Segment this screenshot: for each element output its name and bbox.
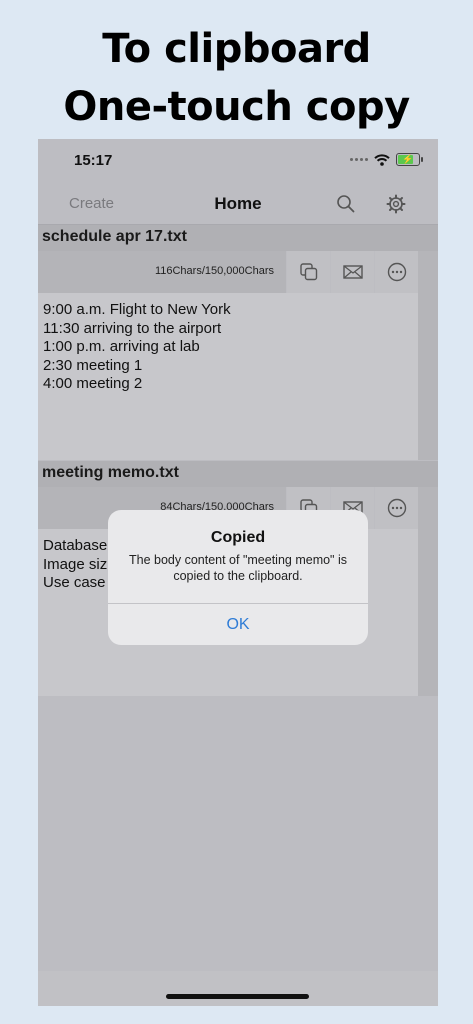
bottom-area bbox=[38, 971, 438, 1006]
navigation-bar: Create Home bbox=[38, 183, 438, 225]
status-time: 15:17 bbox=[74, 152, 113, 169]
promo-headline-line2: One-touch copy bbox=[63, 84, 410, 130]
note-line: 9:00 a.m. Flight to New York bbox=[43, 301, 231, 318]
gear-icon[interactable] bbox=[385, 193, 407, 215]
phone-screen: 15:17 ⚡ Create Home schedule apr 17.txt … bbox=[38, 139, 438, 1006]
alert-message: The body content of "meeting memo" is co… bbox=[128, 553, 347, 583]
status-icons: ⚡ bbox=[350, 153, 423, 166]
wifi-icon bbox=[374, 153, 390, 166]
note-line: 4:00 meeting 2 bbox=[43, 375, 143, 392]
search-icon[interactable] bbox=[335, 193, 357, 215]
copy-button[interactable] bbox=[287, 251, 330, 293]
char-count: 116Chars/150,000Chars bbox=[38, 251, 286, 293]
mail-button[interactable] bbox=[331, 251, 374, 293]
create-button[interactable]: Create bbox=[69, 195, 114, 212]
note-line: 1:00 p.m. arriving at lab bbox=[43, 338, 200, 355]
copy-icon bbox=[299, 263, 317, 281]
signal-dots-icon bbox=[350, 158, 368, 161]
battery-charging-icon: ⚡ bbox=[396, 153, 423, 166]
file-header-schedule[interactable]: schedule apr 17.txt bbox=[38, 225, 438, 251]
note-body-schedule[interactable]: 9:00 a.m. Flight to New York 11:30 arriv… bbox=[38, 293, 418, 460]
home-indicator[interactable] bbox=[166, 994, 309, 999]
promo-headline-line1: To clipboard bbox=[102, 26, 371, 72]
file-toolbar: 116Chars/150,000Chars bbox=[38, 251, 418, 293]
more-button[interactable] bbox=[375, 487, 418, 529]
note-line: 11:30 arriving to the airport bbox=[43, 319, 222, 337]
note-line: 2:30 meeting 1 bbox=[43, 356, 143, 374]
more-icon bbox=[387, 498, 406, 518]
ok-button[interactable]: OK bbox=[108, 604, 368, 645]
scroll-strip bbox=[418, 487, 438, 696]
more-icon bbox=[387, 262, 406, 282]
mail-icon bbox=[342, 265, 363, 279]
status-bar: 15:17 ⚡ bbox=[38, 139, 438, 183]
alert-title: Copied bbox=[210, 529, 266, 546]
file-header-meeting-memo[interactable]: meeting memo.txt bbox=[38, 461, 438, 487]
more-button[interactable] bbox=[375, 251, 418, 293]
copied-alert-dialog: Copied The body content of "meeting memo… bbox=[108, 510, 368, 645]
scroll-strip bbox=[418, 251, 438, 460]
